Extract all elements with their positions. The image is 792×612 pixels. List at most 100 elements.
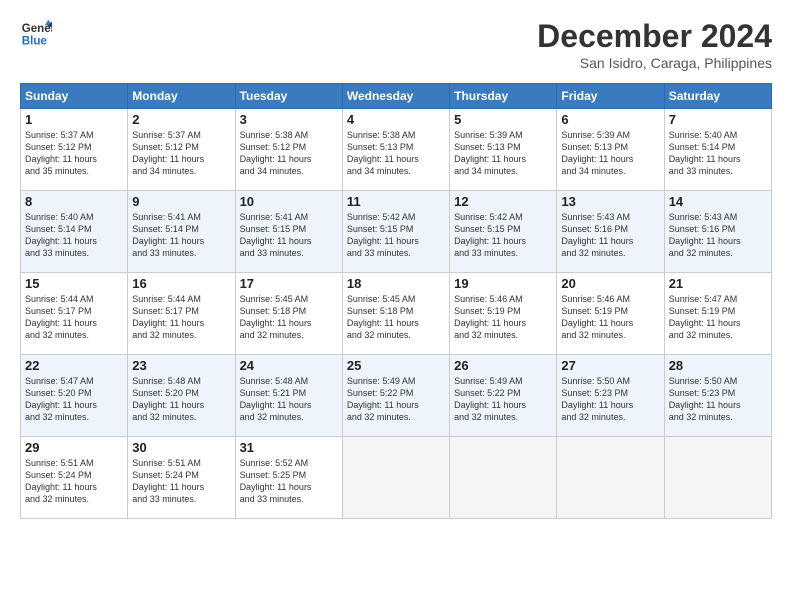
- day-number: 30: [132, 440, 230, 455]
- table-row: [664, 437, 771, 519]
- day-number: 4: [347, 112, 445, 127]
- day-info: Sunrise: 5:49 AM Sunset: 5:22 PM Dayligh…: [454, 375, 552, 424]
- day-number: 25: [347, 358, 445, 373]
- svg-text:Blue: Blue: [22, 36, 48, 48]
- day-number: 16: [132, 276, 230, 291]
- day-number: 13: [561, 194, 659, 209]
- day-info: Sunrise: 5:49 AM Sunset: 5:22 PM Dayligh…: [347, 375, 445, 424]
- day-number: 31: [240, 440, 338, 455]
- col-saturday: Saturday: [664, 84, 771, 109]
- calendar-row: 22 Sunrise: 5:47 AM Sunset: 5:20 PM Dayli…: [21, 355, 772, 437]
- table-row: 14Sunrise: 5:43 AM Sunset: 5:16 PM Dayli…: [664, 191, 771, 273]
- day-number: 8: [25, 194, 123, 209]
- day-info: Sunrise: 5:51 AM Sunset: 5:24 PM Dayligh…: [25, 457, 123, 506]
- page-container: General Blue December 2024 San Isidro, C…: [0, 0, 792, 529]
- day-info: Sunrise: 5:42 AM Sunset: 5:15 PM Dayligh…: [454, 211, 552, 260]
- col-monday: Monday: [128, 84, 235, 109]
- day-number: 5: [454, 112, 552, 127]
- day-info: Sunrise: 5:50 AM Sunset: 5:23 PM Dayligh…: [669, 375, 767, 424]
- table-row: 30 Sunrise: 5:51 AM Sunset: 5:24 PM Dayli…: [128, 437, 235, 519]
- table-row: [342, 437, 449, 519]
- table-row: 5 Sunrise: 5:39 AM Sunset: 5:13 PM Daylig…: [450, 109, 557, 191]
- day-number: 3: [240, 112, 338, 127]
- location: San Isidro, Caraga, Philippines: [537, 55, 772, 71]
- day-info: Sunrise: 5:39 AM Sunset: 5:13 PM Dayligh…: [561, 129, 659, 178]
- day-info: Sunrise: 5:40 AM Sunset: 5:14 PM Dayligh…: [669, 129, 767, 178]
- day-info: Sunrise: 5:42 AM Sunset: 5:15 PM Dayligh…: [347, 211, 445, 260]
- table-row: 6Sunrise: 5:39 AM Sunset: 5:13 PM Daylig…: [557, 109, 664, 191]
- table-row: 12Sunrise: 5:42 AM Sunset: 5:15 PM Dayli…: [450, 191, 557, 273]
- day-number: 23: [132, 358, 230, 373]
- day-info: Sunrise: 5:38 AM Sunset: 5:12 PM Dayligh…: [240, 129, 338, 178]
- table-row: 13 Sunrise: 5:43 AM Sunset: 5:16 PM Dayli…: [557, 191, 664, 273]
- day-number: 18: [347, 276, 445, 291]
- col-wednesday: Wednesday: [342, 84, 449, 109]
- day-info: Sunrise: 5:41 AM Sunset: 5:15 PM Dayligh…: [240, 211, 338, 260]
- calendar-row: 1 Sunrise: 5:37 AM Sunset: 5:12 PM Daylig…: [21, 109, 772, 191]
- day-info: Sunrise: 5:47 AM Sunset: 5:19 PM Dayligh…: [669, 293, 767, 342]
- page-header: General Blue December 2024 San Isidro, C…: [20, 18, 772, 71]
- table-row: 23 Sunrise: 5:48 AM Sunset: 5:20 PM Dayli…: [128, 355, 235, 437]
- table-row: 2Sunrise: 5:37 AM Sunset: 5:12 PM Daylig…: [128, 109, 235, 191]
- calendar-row: 15Sunrise: 5:44 AM Sunset: 5:17 PM Dayli…: [21, 273, 772, 355]
- day-number: 27: [561, 358, 659, 373]
- day-info: Sunrise: 5:52 AM Sunset: 5:25 PM Dayligh…: [240, 457, 338, 506]
- day-info: Sunrise: 5:43 AM Sunset: 5:16 PM Dayligh…: [561, 211, 659, 260]
- day-number: 17: [240, 276, 338, 291]
- logo-icon: General Blue: [20, 18, 52, 50]
- table-row: 28 Sunrise: 5:50 AM Sunset: 5:23 PM Dayli…: [664, 355, 771, 437]
- col-sunday: Sunday: [21, 84, 128, 109]
- col-friday: Friday: [557, 84, 664, 109]
- day-number: 19: [454, 276, 552, 291]
- table-row: 19 Sunrise: 5:46 AM Sunset: 5:19 PM Dayli…: [450, 273, 557, 355]
- day-number: 24: [240, 358, 338, 373]
- table-row: 31 Sunrise: 5:52 AM Sunset: 5:25 PM Dayli…: [235, 437, 342, 519]
- table-row: 25 Sunrise: 5:49 AM Sunset: 5:22 PM Dayli…: [342, 355, 449, 437]
- table-row: 18 Sunrise: 5:45 AM Sunset: 5:18 PM Dayli…: [342, 273, 449, 355]
- day-info: Sunrise: 5:45 AM Sunset: 5:18 PM Dayligh…: [240, 293, 338, 342]
- table-row: 22 Sunrise: 5:47 AM Sunset: 5:20 PM Dayli…: [21, 355, 128, 437]
- day-info: Sunrise: 5:44 AM Sunset: 5:17 PM Dayligh…: [132, 293, 230, 342]
- day-number: 7: [669, 112, 767, 127]
- table-row: 11 Sunrise: 5:42 AM Sunset: 5:15 PM Dayli…: [342, 191, 449, 273]
- day-number: 1: [25, 112, 123, 127]
- day-info: Sunrise: 5:47 AM Sunset: 5:20 PM Dayligh…: [25, 375, 123, 424]
- table-row: 17 Sunrise: 5:45 AM Sunset: 5:18 PM Dayli…: [235, 273, 342, 355]
- table-row: 15Sunrise: 5:44 AM Sunset: 5:17 PM Dayli…: [21, 273, 128, 355]
- table-row: 26 Sunrise: 5:49 AM Sunset: 5:22 PM Dayli…: [450, 355, 557, 437]
- table-row: 3 Sunrise: 5:38 AM Sunset: 5:12 PM Daylig…: [235, 109, 342, 191]
- day-number: 26: [454, 358, 552, 373]
- table-row: 16 Sunrise: 5:44 AM Sunset: 5:17 PM Dayli…: [128, 273, 235, 355]
- table-row: [450, 437, 557, 519]
- month-title: December 2024: [537, 18, 772, 55]
- day-number: 20: [561, 276, 659, 291]
- day-info: Sunrise: 5:38 AM Sunset: 5:13 PM Dayligh…: [347, 129, 445, 178]
- day-number: 14: [669, 194, 767, 209]
- table-row: 29 Sunrise: 5:51 AM Sunset: 5:24 PM Dayli…: [21, 437, 128, 519]
- day-info: Sunrise: 5:44 AM Sunset: 5:17 PM Dayligh…: [25, 293, 123, 342]
- day-number: 22: [25, 358, 123, 373]
- table-row: 21Sunrise: 5:47 AM Sunset: 5:19 PM Dayli…: [664, 273, 771, 355]
- day-info: Sunrise: 5:41 AM Sunset: 5:14 PM Dayligh…: [132, 211, 230, 260]
- col-thursday: Thursday: [450, 84, 557, 109]
- day-info: Sunrise: 5:48 AM Sunset: 5:21 PM Dayligh…: [240, 375, 338, 424]
- day-number: 9: [132, 194, 230, 209]
- logo: General Blue: [20, 18, 52, 50]
- table-row: 4 Sunrise: 5:38 AM Sunset: 5:13 PM Daylig…: [342, 109, 449, 191]
- day-number: 10: [240, 194, 338, 209]
- day-info: Sunrise: 5:46 AM Sunset: 5:19 PM Dayligh…: [454, 293, 552, 342]
- day-info: Sunrise: 5:37 AM Sunset: 5:12 PM Dayligh…: [132, 129, 230, 178]
- table-row: 27Sunrise: 5:50 AM Sunset: 5:23 PM Dayli…: [557, 355, 664, 437]
- day-number: 28: [669, 358, 767, 373]
- day-number: 11: [347, 194, 445, 209]
- day-info: Sunrise: 5:51 AM Sunset: 5:24 PM Dayligh…: [132, 457, 230, 506]
- calendar-row: 29 Sunrise: 5:51 AM Sunset: 5:24 PM Dayli…: [21, 437, 772, 519]
- table-row: 20Sunrise: 5:46 AM Sunset: 5:19 PM Dayli…: [557, 273, 664, 355]
- day-info: Sunrise: 5:45 AM Sunset: 5:18 PM Dayligh…: [347, 293, 445, 342]
- day-info: Sunrise: 5:40 AM Sunset: 5:14 PM Dayligh…: [25, 211, 123, 260]
- day-info: Sunrise: 5:39 AM Sunset: 5:13 PM Dayligh…: [454, 129, 552, 178]
- day-info: Sunrise: 5:48 AM Sunset: 5:20 PM Dayligh…: [132, 375, 230, 424]
- day-number: 29: [25, 440, 123, 455]
- col-tuesday: Tuesday: [235, 84, 342, 109]
- table-row: 9 Sunrise: 5:41 AM Sunset: 5:14 PM Daylig…: [128, 191, 235, 273]
